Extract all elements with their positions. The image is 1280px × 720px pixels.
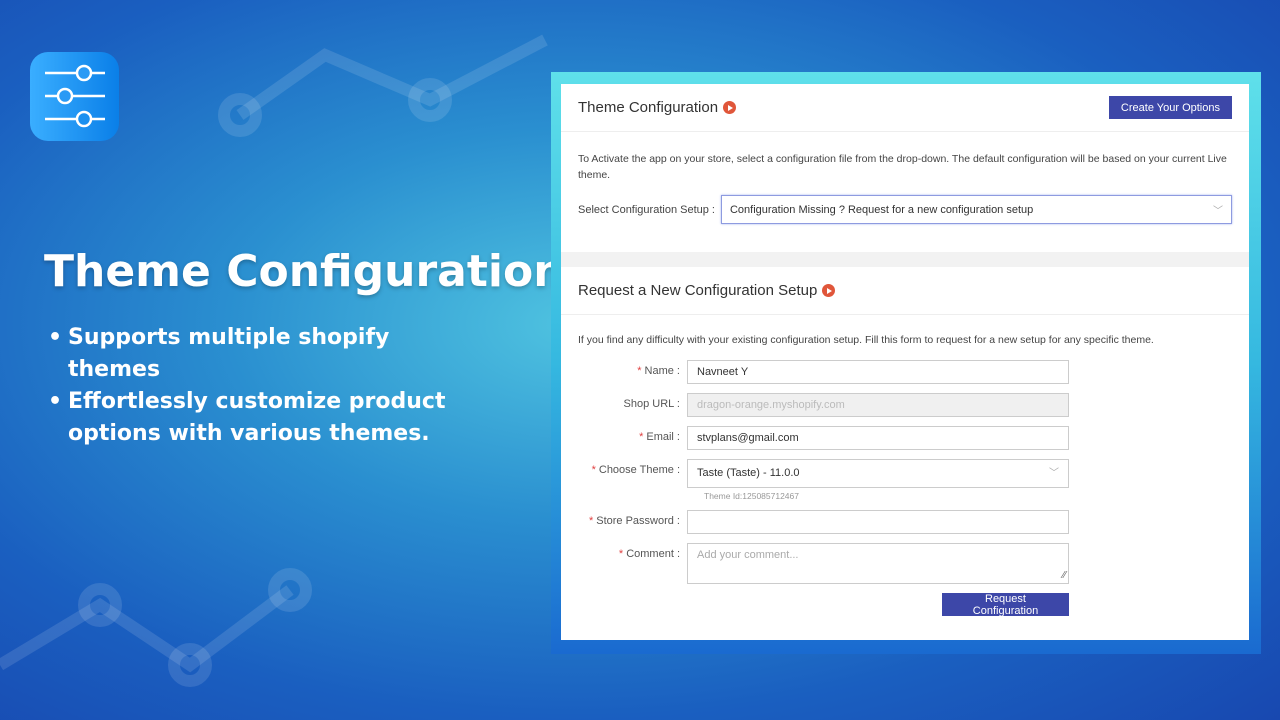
- app-panel: Theme Configuration Create Your Options …: [561, 84, 1249, 640]
- theme-id: Theme Id:125085712467: [704, 491, 799, 501]
- play-icon[interactable]: [822, 284, 836, 297]
- comment-textarea[interactable]: Add your comment... ⁄⁄: [687, 543, 1069, 584]
- section-divider: [561, 252, 1249, 267]
- screenshot-frame: Theme Configuration Create Your Options …: [551, 72, 1261, 654]
- email-label: Email :: [646, 431, 680, 443]
- feature-list: Supports multiple shopify themes Effortl…: [48, 322, 488, 450]
- section-header: Request a New Configuration Setup: [561, 267, 1249, 315]
- request-configuration-button[interactable]: Request Configuration: [942, 593, 1069, 617]
- app-logo: [30, 52, 119, 141]
- section-header: Theme Configuration Create Your Options: [561, 84, 1249, 132]
- name-label: Name :: [644, 365, 680, 377]
- shop-url-input: dragon-orange.myshopify.com: [687, 393, 1069, 417]
- section-description: If you find any difficulty with your exi…: [578, 334, 1154, 346]
- section-title: Theme Configuration: [578, 99, 719, 116]
- select-label: Select Configuration Setup :: [578, 203, 715, 216]
- feature-item: Effortlessly customize product options w…: [48, 386, 488, 450]
- chevron-down-icon: ﹀: [1213, 206, 1223, 217]
- feature-item: Supports multiple shopify themes: [48, 322, 488, 386]
- configuration-select[interactable]: Configuration Missing ? Request for a ne…: [720, 195, 1232, 224]
- password-input[interactable]: [687, 510, 1069, 534]
- play-icon[interactable]: [723, 101, 737, 114]
- section-description: To Activate the app on your store, selec…: [578, 153, 1227, 181]
- create-options-button[interactable]: Create Your Options: [1108, 96, 1232, 119]
- resize-handle-icon[interactable]: ⁄⁄: [1063, 565, 1066, 587]
- chevron-down-icon: ﹀: [1049, 468, 1059, 479]
- theme-value: Taste (Taste) - 11.0.0: [697, 467, 800, 479]
- sliders-icon: [45, 64, 105, 128]
- comment-placeholder: Add your comment...: [697, 549, 799, 561]
- section-title: Request a New Configuration Setup: [578, 282, 818, 299]
- shop-url-label: Shop URL :: [623, 398, 680, 410]
- comment-label: Comment :: [626, 548, 680, 560]
- password-label: Store Password :: [596, 515, 680, 527]
- theme-label: Choose Theme :: [598, 464, 680, 476]
- select-value: Configuration Missing ? Request for a ne…: [729, 203, 1034, 216]
- name-input[interactable]: Navneet Y: [687, 360, 1069, 384]
- hero-title: Theme Configuration: [44, 246, 565, 297]
- email-input[interactable]: stvplans@gmail.com: [687, 426, 1069, 450]
- theme-select[interactable]: Taste (Taste) - 11.0.0 ﹀: [687, 459, 1069, 488]
